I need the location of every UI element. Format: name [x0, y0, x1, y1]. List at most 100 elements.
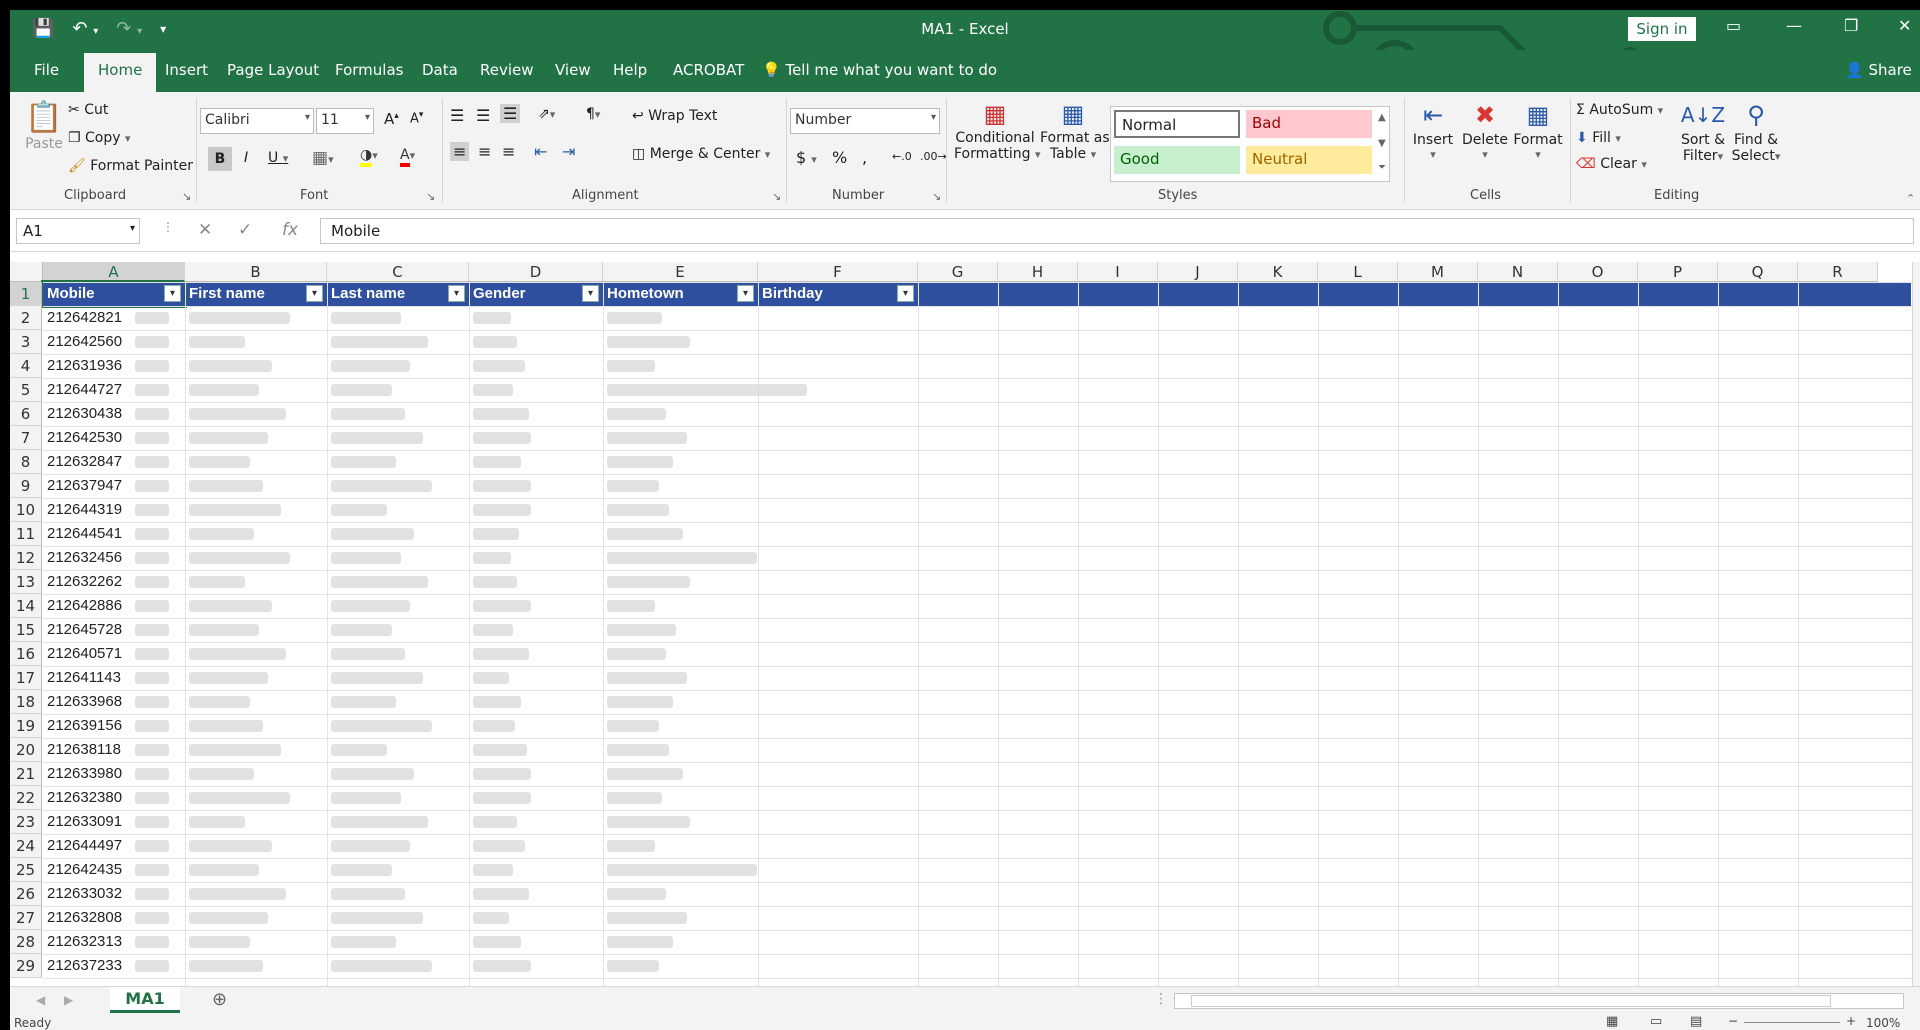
sort-filter-button[interactable]: A↓Z Sort & Filter▾	[1678, 98, 1728, 164]
cut-button[interactable]: ✂ Cut	[68, 102, 108, 118]
paragraph-direction-icon[interactable]: ¶▾	[586, 106, 600, 122]
table-header-cell[interactable]: Hometown	[603, 282, 758, 306]
enter-icon[interactable]: ✓	[238, 220, 252, 240]
column-header-r[interactable]: R	[1798, 262, 1878, 282]
mobile-cell[interactable]: 212642886	[43, 594, 133, 618]
tab-review[interactable]: Review	[480, 61, 534, 79]
filter-dropdown-icon[interactable]: ▾	[582, 285, 599, 302]
column-header-a[interactable]: A	[43, 262, 185, 282]
increase-indent-icon[interactable]: ⇥	[562, 142, 575, 161]
tab-insert[interactable]: Insert	[165, 61, 208, 79]
mobile-cell[interactable]: 212644319	[43, 498, 133, 522]
mobile-cell[interactable]: 212632380	[43, 786, 133, 810]
tab-file[interactable]: File	[34, 61, 59, 79]
copy-button[interactable]: ❐ Copy ▾	[68, 130, 131, 146]
name-box[interactable]: A1 ▾	[16, 218, 140, 244]
column-header-h[interactable]: H	[998, 262, 1078, 282]
column-header-l[interactable]: L	[1318, 262, 1398, 282]
italic-icon[interactable]: I	[244, 150, 248, 166]
increase-decimal-icon[interactable]: ←.0	[892, 150, 912, 163]
mobile-cell[interactable]: 212632313	[43, 930, 133, 954]
column-header-n[interactable]: N	[1478, 262, 1558, 282]
mobile-cell[interactable]: 212633032	[43, 882, 133, 906]
percent-icon[interactable]: %	[832, 148, 847, 167]
row-header[interactable]: 18	[10, 690, 42, 714]
mobile-cell[interactable]: 212642530	[43, 426, 133, 450]
mobile-cell[interactable]: 212633980	[43, 762, 133, 786]
zoom-level[interactable]: 100%	[1866, 1016, 1900, 1030]
tab-formulas[interactable]: Formulas	[335, 61, 403, 79]
column-header-o[interactable]: O	[1558, 262, 1638, 282]
tab-help[interactable]: Help	[613, 61, 647, 79]
column-header-q[interactable]: Q	[1718, 262, 1798, 282]
scroll-right-icon[interactable]: ▶	[64, 993, 73, 1007]
row-header[interactable]: 4	[10, 354, 42, 378]
mobile-cell[interactable]: 212630438	[43, 402, 133, 426]
underline-icon[interactable]: U ▾	[268, 150, 288, 166]
number-format-combo[interactable]: Number ▾	[790, 108, 940, 134]
wrap-text-button[interactable]: ↩ Wrap Text	[632, 108, 717, 124]
sign-in-button[interactable]: Sign in	[1628, 17, 1696, 41]
row-header[interactable]: 27	[10, 906, 42, 930]
style-normal[interactable]: Normal	[1114, 110, 1240, 138]
clipboard-launcher-icon[interactable]: ↘	[182, 190, 191, 203]
format-painter-button[interactable]: 🖌 Format Painter	[68, 158, 193, 174]
insert-cells-button[interactable]: ⇤ Insert ▾	[1410, 98, 1456, 161]
row-header[interactable]: 11	[10, 522, 42, 546]
mobile-cell[interactable]: 212642560	[43, 330, 133, 354]
row-header[interactable]: 24	[10, 834, 42, 858]
share-button[interactable]: 👤 Share	[1845, 61, 1912, 79]
minimize-icon[interactable]: —	[1786, 16, 1802, 35]
bold-icon[interactable]: B	[208, 147, 232, 171]
mobile-cell[interactable]: 212632456	[43, 546, 133, 570]
mobile-cell[interactable]: 212644497	[43, 834, 133, 858]
row-header[interactable]: 14	[10, 594, 42, 618]
sheet-tab-ma1[interactable]: MA1	[110, 987, 180, 1013]
row-header[interactable]: 16	[10, 642, 42, 666]
column-header-m[interactable]: M	[1398, 262, 1478, 282]
currency-icon[interactable]: $ ▾	[796, 148, 817, 167]
ribbon-display-icon[interactable]: ▭	[1726, 16, 1741, 35]
style-good[interactable]: Good	[1114, 146, 1240, 174]
mobile-cell[interactable]: 212632262	[43, 570, 133, 594]
comma-icon[interactable]: ,	[862, 148, 867, 167]
align-bottom-icon[interactable]: ☰	[500, 104, 521, 123]
zoom-slider[interactable]	[1744, 1022, 1840, 1023]
mobile-cell[interactable]: 212633091	[43, 810, 133, 834]
column-header-b[interactable]: B	[185, 262, 327, 282]
new-sheet-icon[interactable]: ⊕	[212, 989, 227, 1010]
row-header[interactable]: 5	[10, 378, 42, 402]
row-header[interactable]: 20	[10, 738, 42, 762]
gallery-scroll-down-icon[interactable]: ▼	[1378, 138, 1386, 149]
align-left-icon[interactable]: ≡	[450, 142, 470, 161]
mobile-cell[interactable]: 212631936	[43, 354, 133, 378]
mobile-cell[interactable]: 212639156	[43, 714, 133, 738]
paste-button[interactable]: 📋 Paste	[22, 100, 66, 152]
row-header[interactable]: 3	[10, 330, 42, 354]
filter-dropdown-icon[interactable]: ▾	[306, 285, 323, 302]
page-break-view-icon[interactable]: ▤	[1690, 1014, 1702, 1029]
row-header[interactable]: 26	[10, 882, 42, 906]
row-header[interactable]: 25	[10, 858, 42, 882]
row-header[interactable]: 29	[10, 954, 42, 978]
zoom-out-icon[interactable]: −	[1728, 1014, 1738, 1028]
alignment-launcher-icon[interactable]: ↘	[772, 190, 781, 203]
orientation-icon[interactable]: ⇗▾	[538, 106, 555, 122]
row-header[interactable]: 2	[10, 306, 42, 330]
tab-acrobat[interactable]: ACROBAT	[673, 61, 744, 79]
font-size-combo[interactable]: 11 ▾	[316, 108, 374, 134]
mobile-cell[interactable]: 212637233	[43, 954, 133, 978]
mobile-cell[interactable]: 212633968	[43, 690, 133, 714]
vertical-scrollbar[interactable]	[1912, 262, 1920, 986]
row-header[interactable]: 12	[10, 546, 42, 570]
mobile-cell[interactable]: 212632808	[43, 906, 133, 930]
tab-page-layout[interactable]: Page Layout	[227, 61, 319, 79]
column-header-k[interactable]: K	[1238, 262, 1318, 282]
column-header-c[interactable]: C	[327, 262, 469, 282]
number-launcher-icon[interactable]: ↘	[932, 190, 941, 203]
row-header[interactable]: 10	[10, 498, 42, 522]
column-header-i[interactable]: I	[1078, 262, 1158, 282]
align-middle-icon[interactable]: ☰	[476, 106, 490, 125]
font-name-combo[interactable]: Calibri ▾	[200, 108, 314, 134]
horizontal-scrollbar[interactable]	[1174, 993, 1904, 1009]
